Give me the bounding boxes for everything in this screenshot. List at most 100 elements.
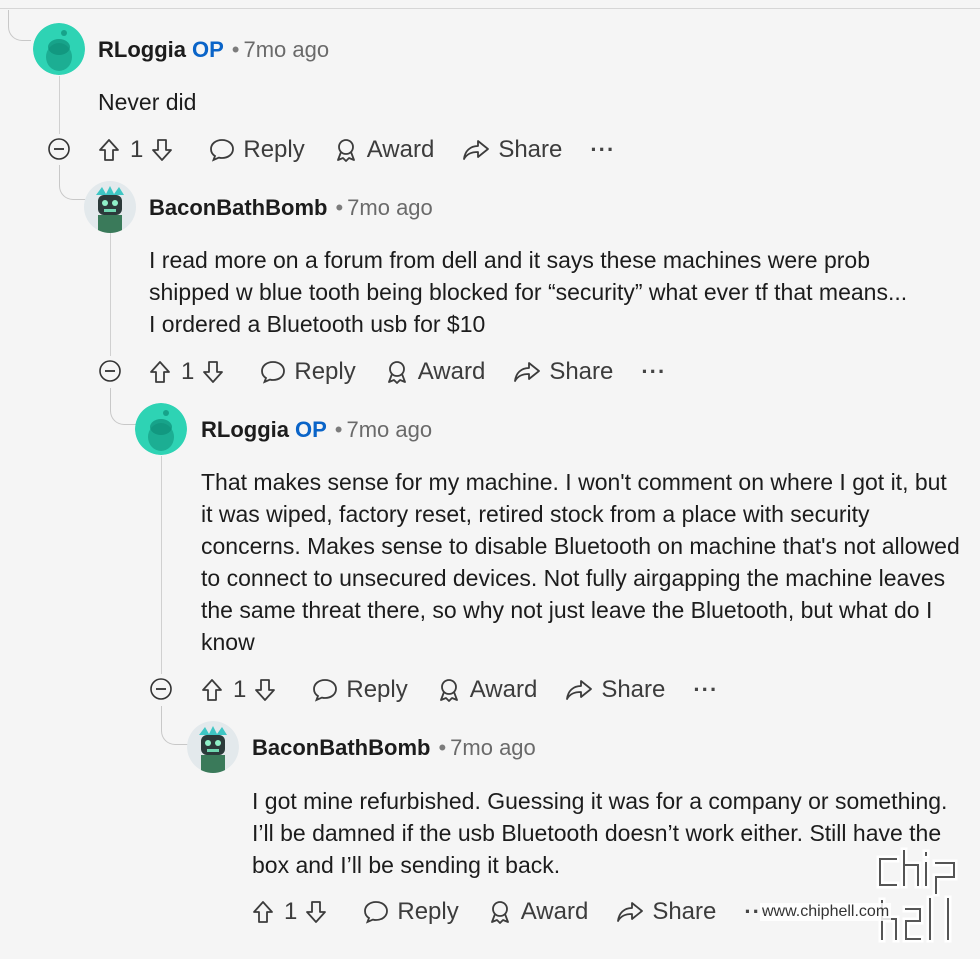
meta-separator: • [335,195,344,220]
downvote-icon[interactable] [151,138,173,162]
custom-avatar-icon [84,181,136,233]
more-options-button[interactable]: ··· [641,359,666,385]
award-button[interactable]: Award [436,676,538,704]
upvote-icon[interactable] [149,360,171,384]
top-divider [0,8,980,9]
upvote-icon[interactable] [252,900,274,924]
award-icon [387,361,406,384]
chiphell-watermark: www.chiphell.com [760,835,966,945]
comment-actions: 1 Reply Award Share ··· [252,894,769,930]
timestamp[interactable]: 7mo ago [347,195,433,220]
share-label: Share [549,358,614,385]
thread-connector [110,388,137,425]
comment-bubble-icon [261,361,286,384]
thread-connector [161,706,188,745]
reply-label: Reply [294,358,356,385]
share-button[interactable]: Share [513,358,613,386]
award-icon [490,901,509,924]
collapse-icon[interactable] [48,138,70,160]
reply-button[interactable]: Reply [209,136,305,164]
share-icon [463,140,490,160]
comment-actions: 1 Reply Award Share ··· [98,132,615,168]
author-name[interactable]: RLoggia [98,37,186,62]
comment-meta: BaconBathBomb • 7mo ago [252,734,536,762]
op-badge: OP [295,417,327,442]
award-button[interactable]: Award [487,898,589,926]
award-icon [439,679,458,702]
author-name[interactable]: BaconBathBomb [252,735,430,760]
share-label: Share [652,898,717,925]
comment-meta: RLoggia OP • 7mo ago [201,416,432,444]
award-icon [336,139,355,162]
award-label: Award [366,136,435,163]
reply-label: Reply [346,676,408,703]
vote-control: 1 [98,136,173,164]
watermark-url: www.chiphell.com [760,903,892,921]
comment-bubble-icon [313,679,338,702]
share-label: Share [601,676,666,703]
collapse-icon[interactable] [150,678,172,700]
downvote-icon[interactable] [305,900,327,924]
award-label: Award [417,358,486,385]
vote-count: 1 [130,136,144,163]
upvote-icon[interactable] [98,138,120,162]
award-button[interactable]: Award [333,136,435,164]
avatar[interactable] [84,181,136,233]
timestamp[interactable]: 7mo ago [244,37,330,62]
award-label: Award [520,898,589,925]
thread-line [110,232,111,356]
comment-bubble-icon [364,901,389,924]
vote-control: 1 [252,898,327,926]
op-badge: OP [192,37,224,62]
downvote-icon[interactable] [254,678,276,702]
custom-avatar-icon [187,721,239,773]
timestamp[interactable]: 7mo ago [347,417,433,442]
snoo-avatar-icon [33,23,85,75]
comment-body: I read more on a forum from dell and it … [149,247,908,337]
share-button[interactable]: Share [565,676,665,704]
vote-control: 1 [149,358,224,386]
reply-button[interactable]: Reply [363,898,459,926]
thread-connector [8,10,31,41]
collapse-icon[interactable] [99,360,121,382]
meta-separator: • [334,417,343,442]
more-options-button[interactable]: ··· [590,137,615,163]
meta-separator: • [231,37,240,62]
share-icon [566,680,593,700]
share-label: Share [498,136,563,163]
thread-connector [59,165,86,200]
downvote-icon[interactable] [202,360,224,384]
author-name[interactable]: RLoggia [201,417,289,442]
comment-body: That makes sense for my machine. I won't… [201,469,960,655]
vote-count: 1 [284,898,298,925]
comment-actions: 1 Reply Award Share ··· [201,672,718,708]
avatar[interactable] [33,23,85,75]
comment-meta: BaconBathBomb • 7mo ago [149,194,433,222]
snoo-avatar-icon [135,403,187,455]
thread-line [161,456,162,674]
comment-meta: RLoggia OP • 7mo ago [98,36,329,64]
reply-label: Reply [243,136,305,163]
comment-body: Never did [98,89,197,115]
share-icon [514,362,541,382]
vote-count: 1 [233,676,247,703]
reply-button[interactable]: Reply [312,676,408,704]
avatar[interactable] [135,403,187,455]
thread-line [59,76,60,134]
vote-count: 1 [181,358,195,385]
meta-separator: • [438,735,447,760]
reply-button[interactable]: Reply [260,358,356,386]
award-button[interactable]: Award [384,358,486,386]
share-button[interactable]: Share [616,898,716,926]
upvote-icon[interactable] [201,678,223,702]
comment-actions: 1 Reply Award Share ··· [149,354,666,390]
chiphell-logo-icon [876,847,958,943]
reply-label: Reply [397,898,459,925]
comment-bubble-icon [210,139,235,162]
award-label: Award [469,676,538,703]
author-name[interactable]: BaconBathBomb [149,195,327,220]
share-button[interactable]: Share [462,136,562,164]
more-options-button[interactable]: ··· [693,677,718,703]
avatar[interactable] [187,721,239,773]
timestamp[interactable]: 7mo ago [450,735,536,760]
